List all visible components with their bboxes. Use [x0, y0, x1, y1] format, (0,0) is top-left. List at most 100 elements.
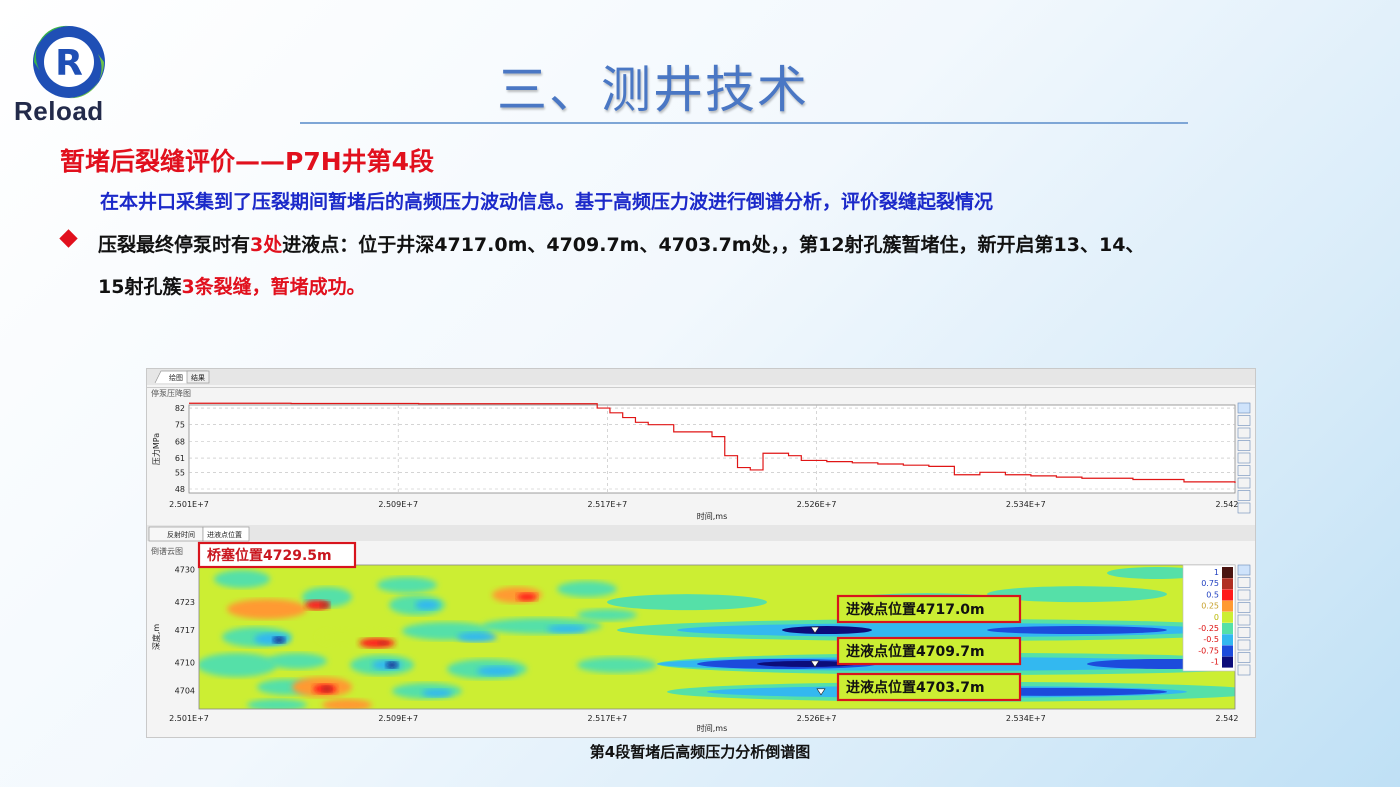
heatmap-cell	[577, 657, 657, 673]
colorbar-swatch	[1222, 645, 1233, 657]
bullet-highlight: 3条裂缝，暂堵成功。	[181, 276, 366, 298]
hm-x-tick-label: 2.534E+7	[1006, 714, 1046, 723]
toolbar-tool-icon[interactable]	[1237, 664, 1251, 676]
hm-x-tick-label: 2.509E+7	[378, 714, 418, 723]
x-tick-label: 2.517E+7	[588, 500, 628, 509]
toolbar-tool-icon[interactable]	[1237, 627, 1251, 638]
annotation-label: 进液点位置4703.7m	[846, 679, 985, 696]
logo-text: Reload	[14, 96, 104, 126]
toolbar-tool-icon[interactable]	[1237, 652, 1251, 663]
cepstrum-heatmap	[199, 565, 1235, 709]
hm-y-tick-label: 4730	[175, 566, 195, 575]
y-tick-label: 68	[175, 437, 185, 446]
toolbar-tool-icon[interactable]	[1237, 589, 1251, 601]
colorbar-swatch	[1222, 567, 1233, 578]
logo-letter: R	[55, 43, 83, 84]
y-tick-label: 55	[175, 468, 185, 477]
heatmap-cell	[457, 632, 497, 642]
x-tick-label: 2.526E+7	[797, 500, 837, 509]
tab-entry-label[interactable]: 进液点位置	[207, 530, 242, 539]
x-axis-label: 时间,ms	[697, 511, 728, 521]
x-tick-label: 2.509E+7	[378, 500, 418, 509]
y-tick-label: 75	[175, 421, 185, 430]
title-divider	[300, 122, 1188, 124]
bullet-line-1: 压裂最终停泵时有3处进液点：位于井深4717.0m、4709.7m、4703.7…	[98, 230, 1144, 257]
analysis-window: 绘图 结果 停泵压降图 82 75 68 61 55 48 2.501E+7 2.509E+…	[146, 368, 1256, 738]
y-axis-label: 压力MPa	[151, 433, 161, 465]
bullet-text: 压裂最终停泵时有	[98, 234, 251, 256]
analysis-figure: 绘图 结果 停泵压降图 82 75 68 61 55 48 2.501E+7 2.509E+…	[147, 369, 1255, 733]
hm-x-tick-label: 2.501E+7	[169, 714, 209, 723]
toolbar-tool-icon[interactable]	[1237, 614, 1251, 626]
heatmap-cell	[322, 686, 332, 692]
toolbar-tool-icon[interactable]	[1237, 440, 1251, 451]
y-tick-label: 48	[175, 485, 185, 494]
bullet-highlight: 3处	[250, 234, 283, 256]
colorbar-swatch	[1222, 656, 1233, 668]
heatmap-cell	[320, 602, 330, 608]
y-tick-label: 61	[175, 454, 185, 463]
bullet-line-2: 15射孔簇3条裂缝，暂堵成功。	[98, 272, 366, 299]
toolbar-tool-icon[interactable]	[1237, 465, 1251, 476]
toolbar-tool-icon[interactable]	[1237, 477, 1251, 489]
heatmap-cell	[227, 599, 307, 619]
heatmap-cell	[987, 626, 1167, 635]
heatmap-cell	[557, 581, 617, 597]
toolbar-tool-icon[interactable]	[1237, 564, 1251, 576]
figure-caption: 第4段暂堵后高频压力分析倒谱图	[589, 743, 811, 761]
annotation-label: 进液点位置4709.7m	[846, 643, 985, 660]
hm-x-tick-label: 2.526E+7	[797, 714, 837, 723]
y-tick-label: 82	[175, 404, 185, 413]
hm-y-tick-label: 4723	[175, 598, 195, 607]
toolbar-tool-icon[interactable]	[1237, 402, 1251, 414]
intro-text: 在本井口采集到了压裂期间暂堵后的高频压力波动信息。基于高频压力波进行倒谱分析，评…	[100, 191, 994, 213]
heatmap-cell	[415, 600, 439, 610]
hm-y-axis-label: 深度,m	[151, 624, 161, 651]
colorbar-label: -0.5	[1203, 635, 1219, 644]
tab-reflection-label[interactable]: 反射时间	[167, 530, 195, 539]
section-heading: 暂堵后裂缝评价——P7H井第4段	[60, 147, 435, 176]
colorbar-swatch	[1222, 578, 1233, 590]
toolbar-tool-icon[interactable]	[1237, 577, 1251, 588]
colorbar-label: 1	[1214, 568, 1219, 577]
pressure-plot-area	[188, 404, 1236, 494]
colorbar-label: -0.75	[1198, 646, 1219, 655]
colorbar-label: 0.75	[1201, 579, 1219, 588]
toolbar-tool-icon[interactable]	[1237, 490, 1251, 501]
colorbar-label: -1	[1211, 658, 1219, 667]
heatmap-cell	[377, 577, 437, 593]
colorbar-swatch	[1222, 623, 1233, 634]
annotation-label: 进液点位置4717.0m	[846, 601, 985, 618]
heatmap-cell	[547, 625, 587, 633]
tab-plot-label[interactable]: 绘图	[169, 373, 183, 382]
diamond-bullet-icon	[59, 229, 78, 248]
colorbar-swatch	[1222, 589, 1233, 601]
heatmap-cell	[477, 666, 517, 676]
toolbar-tool-icon[interactable]	[1237, 452, 1251, 464]
toolbar-tool-icon[interactable]	[1237, 415, 1251, 426]
slide-title: 三、测井技术	[497, 61, 809, 119]
annotation-label: 桥塞位置4729.5m	[207, 547, 332, 564]
heatmap-cell	[267, 653, 327, 669]
toolbar-tool-icon[interactable]	[1237, 602, 1251, 613]
toolbar-tool-icon[interactable]	[1237, 639, 1251, 651]
hm-y-tick-label: 4717	[175, 626, 195, 635]
heatmap-cell	[482, 618, 602, 634]
colorbar-swatch	[1222, 600, 1233, 612]
bottom-panel-title: 倒谱云图	[151, 546, 183, 556]
toolbar-tool-icon[interactable]	[1237, 502, 1251, 514]
colorbar-label: 0	[1214, 613, 1219, 622]
x-tick-label: 2.501E+7	[169, 500, 209, 509]
toolbar-tool-icon[interactable]	[1237, 427, 1251, 439]
colorbar-swatch	[1222, 611, 1233, 623]
heatmap-cell	[273, 637, 285, 643]
colorbar-swatch	[1222, 634, 1233, 646]
heatmap-cell	[378, 641, 388, 645]
bullet-text: 15射孔簇	[98, 276, 182, 298]
heatmap-cell	[517, 593, 537, 601]
heatmap-cell	[386, 662, 398, 668]
tab-results-label[interactable]: 结果	[191, 373, 205, 382]
heatmap-cell	[607, 594, 767, 611]
top-panel-title: 停泵压降图	[151, 388, 191, 398]
hm-x-axis-label: 时间,ms	[697, 723, 728, 733]
